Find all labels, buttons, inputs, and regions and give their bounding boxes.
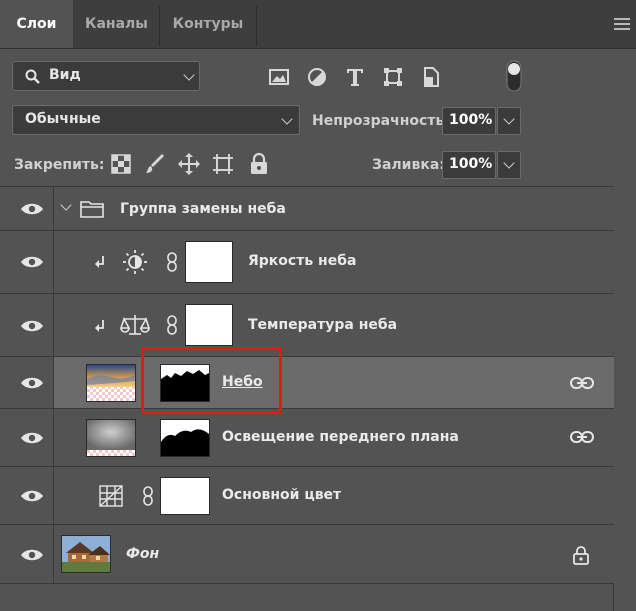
layer-mask-thumbnail[interactable] [185,241,233,283]
visibility-column [0,357,54,408]
tab-layers[interactable]: Слои [0,0,73,48]
clipping-mask-arrow-icon [95,320,104,332]
chevron-down-icon[interactable] [60,199,72,211]
chevron-down-icon [281,113,293,125]
lock-all-icon[interactable] [248,152,270,176]
layers-scrollbar[interactable] [613,186,636,611]
chevron-down-icon [183,69,195,81]
layer-row-temperature[interactable]: Температура неба [0,293,614,356]
panel-menu-icon[interactable] [614,18,630,30]
layer-mask-thumbnail[interactable] [185,304,233,346]
fill-value: 100% [449,156,493,172]
lock-image-pixels-icon[interactable] [144,152,166,176]
eye-icon[interactable] [20,202,44,216]
filter-kind-label: Вид [49,67,81,83]
layer-row-base-color[interactable]: Основной цвет [0,466,614,524]
highlight-annotation [141,347,282,414]
lock-label: Закрепить: [14,157,105,173]
mask-link-icon[interactable] [166,252,178,272]
clipping-mask-arrow-icon [95,256,104,268]
tab-channels[interactable]: Каналы [74,0,159,48]
layer-row-group[interactable]: Группа замены неба [0,186,614,230]
chevron-down-icon [503,157,515,169]
type-filter-icon[interactable] [344,66,366,88]
smart-object-filter-icon[interactable] [420,66,442,88]
filter-toggle-icon[interactable] [505,60,523,92]
tab-paths[interactable]: Контуры [160,0,256,48]
layer-thumbnail[interactable] [86,364,136,402]
eye-icon[interactable] [20,548,44,562]
lock-icon [573,546,589,565]
fill-label: Заливка: [372,157,445,173]
layer-name: Освещение переднего плана [222,429,459,445]
eye-icon[interactable] [20,376,44,390]
panel-tab-bar: Слои Каналы Контуры [0,0,636,49]
fill-field[interactable]: 100% [442,151,496,179]
house-image-thumbnail [62,536,110,572]
layer-name: Основной цвет [222,487,342,503]
layer-mask-thumbnail[interactable] [160,477,210,515]
eye-icon[interactable] [20,319,44,333]
visibility-column [0,525,54,583]
tab-divider [256,6,257,46]
layer-name: Фон [126,546,160,562]
mask-shape [161,429,209,456]
blend-mode-value: Обычные [25,111,101,127]
eye-icon[interactable] [20,431,44,445]
sky-image-thumbnail [87,365,135,401]
visibility-column [0,231,54,293]
layer-row-foreground-lighting[interactable]: Освещение переднего плана [0,408,614,466]
visibility-column [0,467,54,524]
color-balance-icon [120,315,150,335]
opacity-slider-button[interactable] [497,107,521,135]
blend-mode-dropdown[interactable]: Обычные [12,105,300,135]
visibility-column [0,187,54,230]
layer-name: Группа замены неба [120,201,286,217]
folder-icon [80,201,104,218]
link-icon [570,431,594,443]
fill-slider-button[interactable] [497,151,521,179]
lock-artboard-icon[interactable] [212,152,234,176]
adjustment-filter-icon[interactable] [306,66,328,88]
mask-link-icon[interactable] [166,315,178,335]
opacity-field[interactable]: 100% [442,107,496,135]
lighting-image-thumbnail [87,420,135,456]
search-icon [25,69,40,84]
layer-thumbnail[interactable] [86,419,136,457]
lock-transparent-pixels-icon[interactable] [110,152,132,176]
opacity-value: 100% [449,112,493,128]
layer-name: Температура неба [248,317,398,333]
pattern-fill-icon [99,485,123,507]
layer-mask-thumbnail[interactable] [160,419,210,457]
layer-row-sky[interactable]: Небо [0,356,614,408]
layer-filter-dropdown[interactable]: Вид [12,61,200,91]
layers-panel: Слои Каналы Контуры Вид Обычные Непрозра… [0,0,636,611]
opacity-label: Непрозрачность: [312,113,450,129]
layer-name: Яркость неба [248,253,357,269]
visibility-column [0,294,54,356]
layer-row-background[interactable]: Фон [0,524,614,584]
mask-link-icon[interactable] [142,486,154,506]
shape-filter-icon[interactable] [382,66,404,88]
image-filter-icon[interactable] [268,66,290,88]
lock-position-icon[interactable] [178,152,200,176]
chevron-down-icon [503,113,515,125]
layer-row-brightness[interactable]: Яркость неба [0,230,614,293]
visibility-column [0,409,54,466]
layer-thumbnail[interactable] [61,535,111,573]
brightness-icon [123,250,147,274]
eye-icon[interactable] [20,489,44,503]
link-icon [570,377,594,389]
eye-icon[interactable] [20,255,44,269]
